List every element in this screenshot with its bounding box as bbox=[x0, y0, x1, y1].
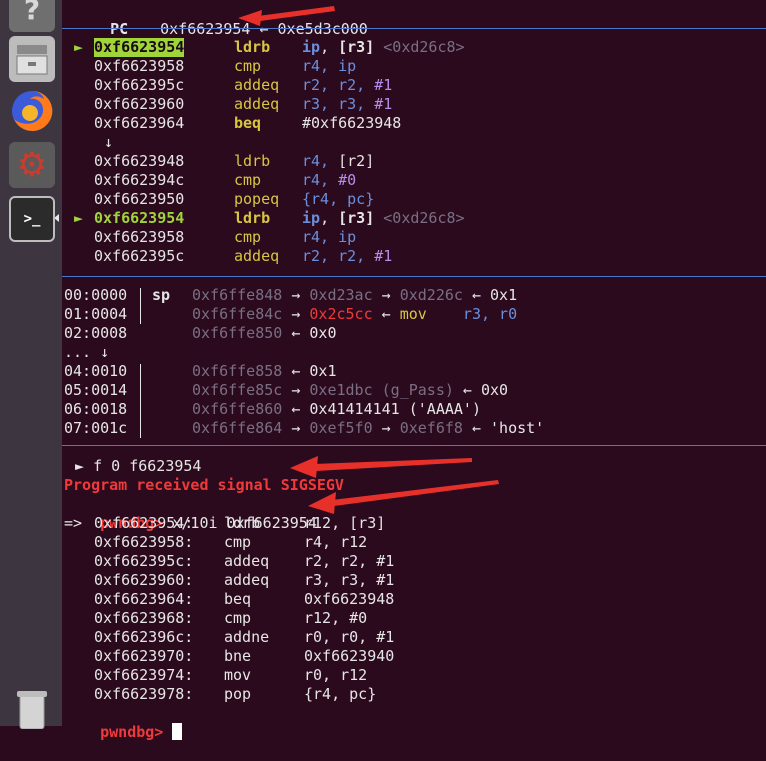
annotation-overlay bbox=[238, 6, 499, 514]
launcher-dock: ? ⚙ >_ bbox=[0, 0, 63, 729]
firefox-icon bbox=[12, 90, 53, 131]
file-cabinet-icon bbox=[16, 45, 48, 75]
annotation-arrow bbox=[238, 6, 335, 26]
terminal-window[interactable]: PC 0xf6623954 ← 0xe5d3c000 ► 0xf6623954 ld… bbox=[62, 0, 766, 741]
settings-icon[interactable]: ⚙ bbox=[9, 142, 55, 188]
terminal-icon[interactable]: >_ bbox=[9, 196, 55, 242]
help-icon[interactable]: ? bbox=[9, 0, 55, 32]
firefox-icon[interactable] bbox=[9, 88, 55, 134]
annotation-arrow bbox=[290, 456, 472, 478]
trash-icon bbox=[17, 691, 47, 729]
trash-icon[interactable] bbox=[9, 686, 55, 732]
file-cabinet-icon[interactable] bbox=[9, 36, 55, 82]
annotation-arrow bbox=[308, 480, 499, 514]
